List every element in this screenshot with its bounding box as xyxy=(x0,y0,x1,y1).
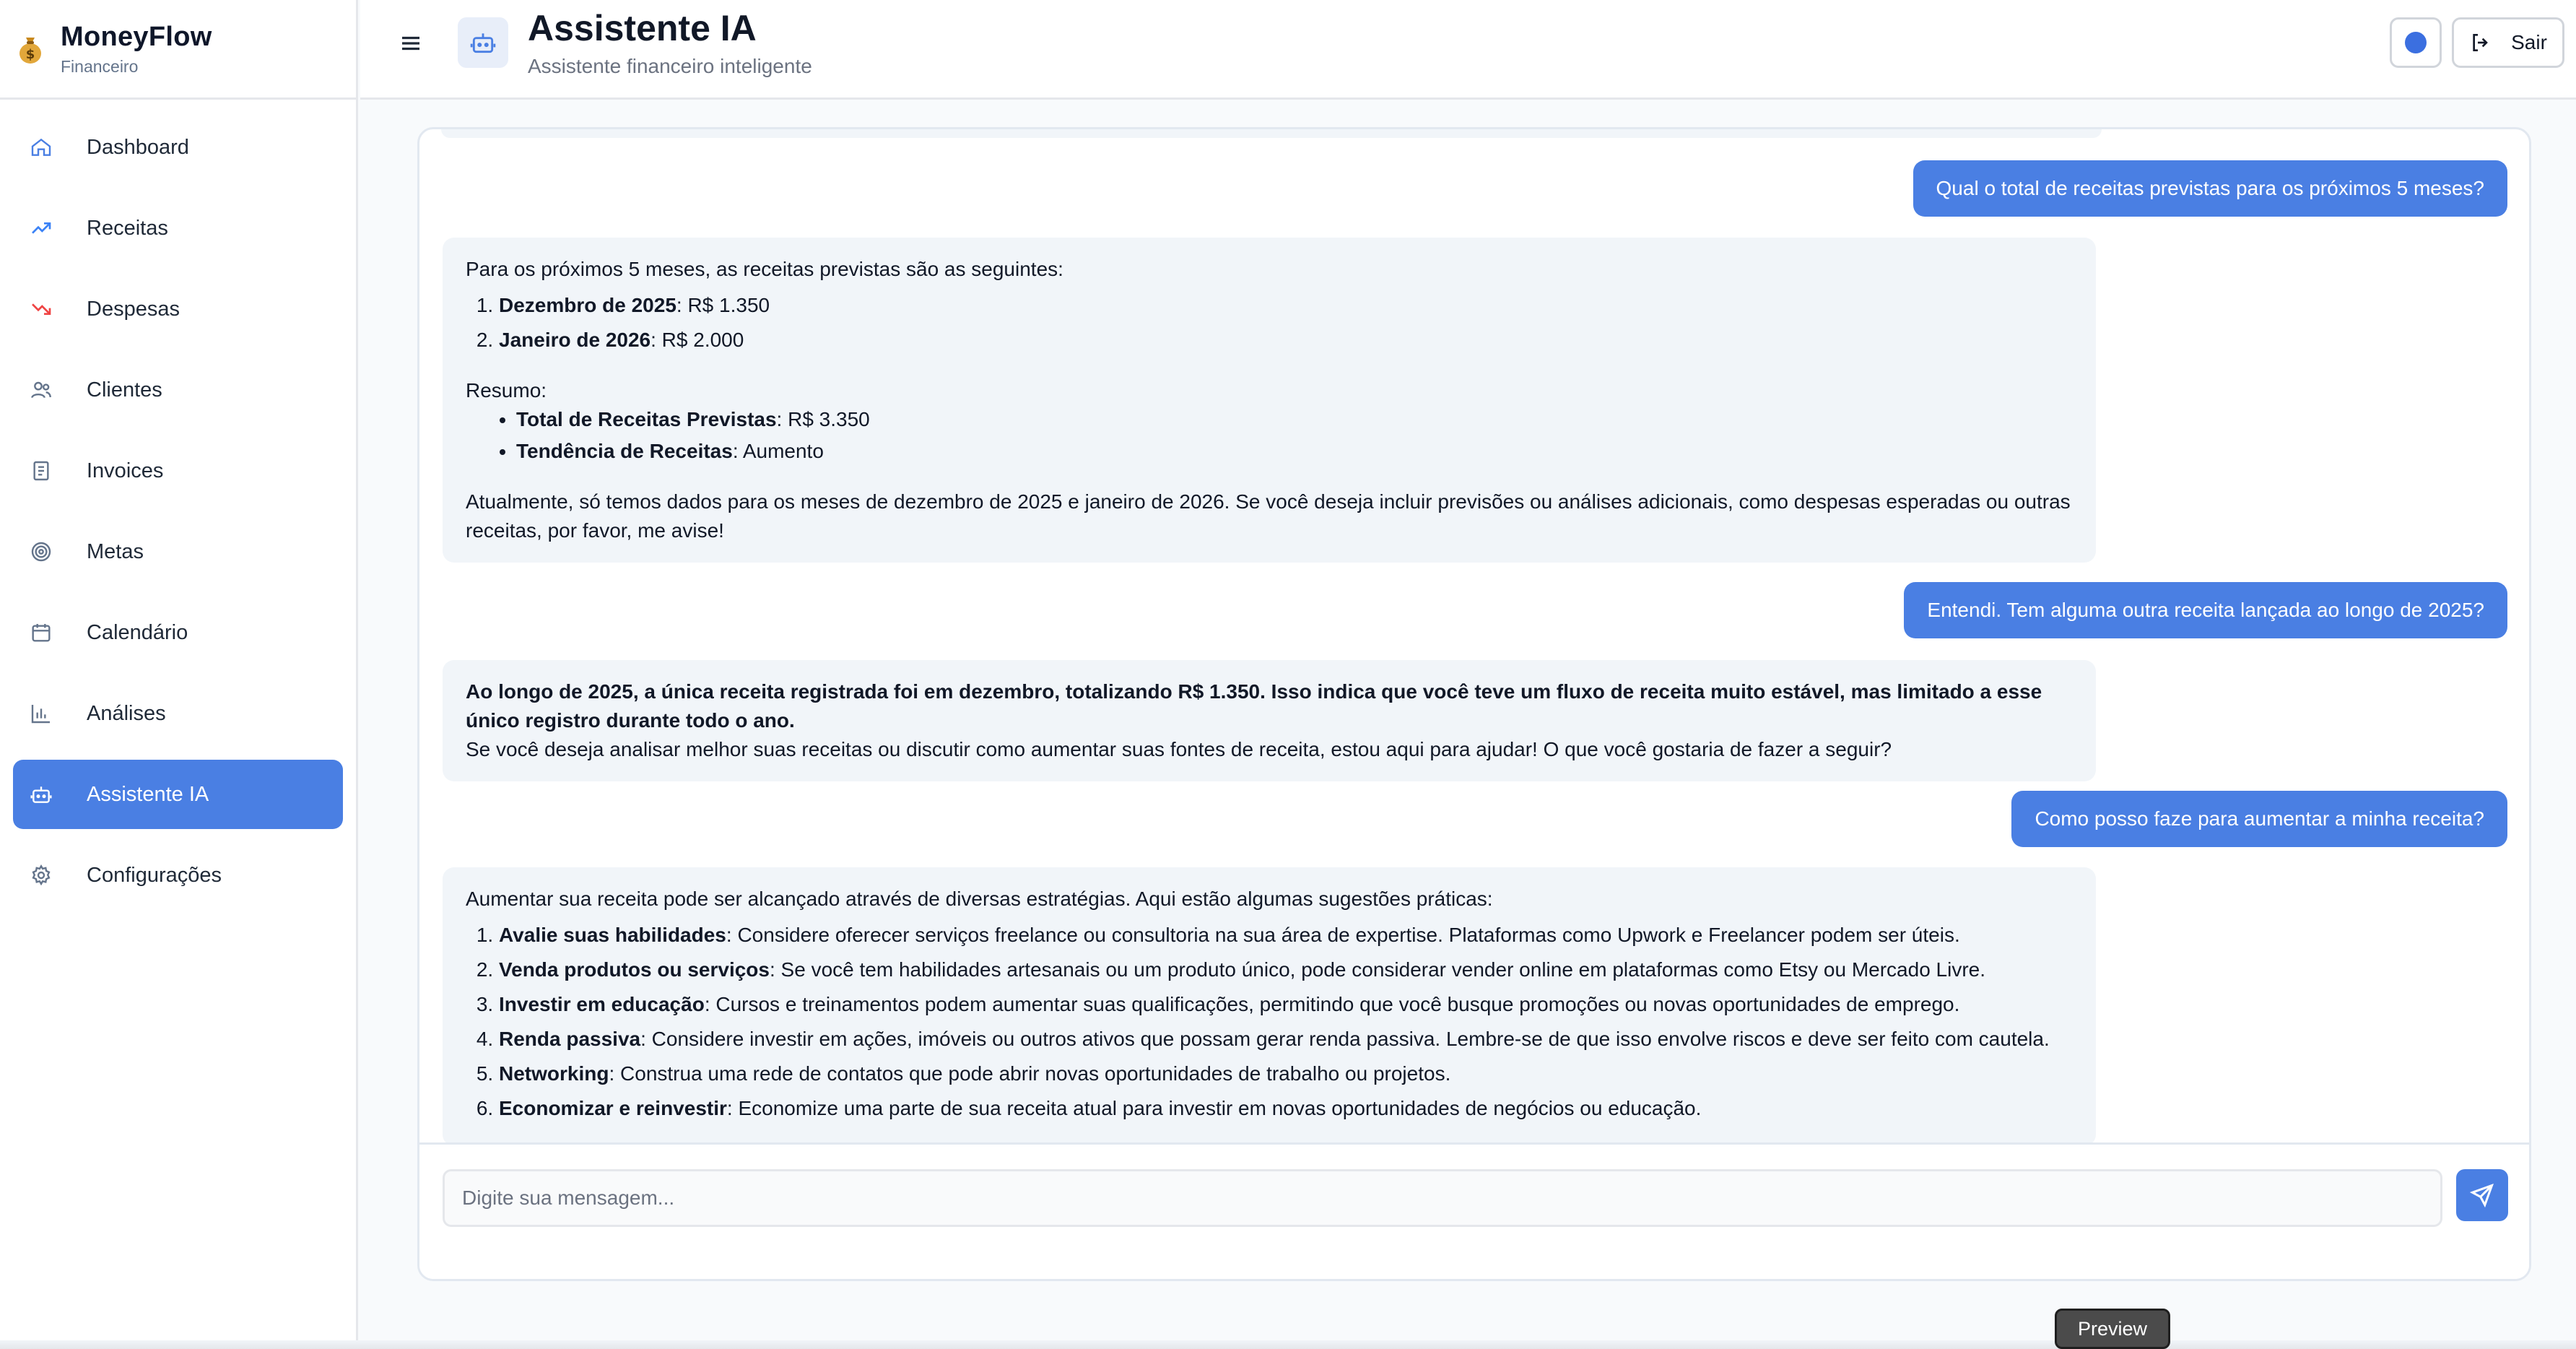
sidebar-item-calendario[interactable]: Calendário xyxy=(13,598,343,667)
sidebar-item-label: Invoices xyxy=(87,459,164,482)
svg-text:$: $ xyxy=(26,47,35,62)
sidebar-item-dashboard[interactable]: Dashboard xyxy=(13,113,343,182)
message-input[interactable] xyxy=(443,1169,2442,1227)
sidebar-item-label: Dashboard xyxy=(87,135,189,159)
message-intro: Aumentar sua receita pode ser alcançado … xyxy=(466,888,1493,910)
suggestion-list: Avalie suas habilidades: Considere ofere… xyxy=(466,921,2073,1123)
money-bag-icon: $ xyxy=(14,33,46,65)
list-item: Janeiro de 2026: R$ 2.000 xyxy=(499,326,2073,355)
brand-subtitle: Financeiro xyxy=(61,56,139,76)
sidebar-item-invoices[interactable]: Invoices xyxy=(13,436,343,506)
message-text: Qual o total de receitas previstas para … xyxy=(1936,177,2484,199)
logout-button[interactable]: Sair xyxy=(2452,17,2564,68)
message-intro: Para os próximos 5 meses, as receitas pr… xyxy=(466,258,1063,280)
message-bold-text: Ao longo de 2025, a única receita regist… xyxy=(466,680,2042,732)
gear-icon xyxy=(29,863,53,888)
sidebar-nav: Dashboard Receitas Despesas Clientes Inv… xyxy=(0,100,356,910)
sidebar-item-label: Despesas xyxy=(87,297,180,321)
message-text: Se você deseja analisar melhor suas rece… xyxy=(466,738,1892,760)
message-list[interactable]: Qual o total de receitas previstas para … xyxy=(419,129,2529,1142)
home-icon xyxy=(29,135,53,160)
bot-icon xyxy=(29,782,53,807)
list-item: Economizar e reinvestir: Economize uma p… xyxy=(499,1094,2073,1123)
list-item: Dezembro de 2025: R$ 1.350 xyxy=(499,291,2073,320)
sidebar: $ MoneyFlow Financeiro Dashboard Receita… xyxy=(0,0,358,1349)
send-icon xyxy=(2469,1184,2494,1208)
sidebar-item-metas[interactable]: Metas xyxy=(13,517,343,586)
bot-icon xyxy=(458,17,508,68)
summary-list: Total de Receitas Previstas: R$ 3.350 Te… xyxy=(466,405,2073,466)
sidebar-item-receitas[interactable]: Receitas xyxy=(13,194,343,263)
user-message: Qual o total de receitas previstas para … xyxy=(1913,160,2507,217)
chat-panel: Qual o total de receitas previstas para … xyxy=(417,127,2531,1281)
sidebar-item-label: Receitas xyxy=(87,216,168,240)
bottom-edge xyxy=(0,1340,2576,1349)
user-message: Como posso faze para aumentar a minha re… xyxy=(2011,791,2507,847)
users-icon xyxy=(29,378,53,402)
status-dot-icon xyxy=(2405,32,2427,53)
message-text: Entendi. Tem alguma outra receita lançad… xyxy=(1927,599,2484,621)
top-header: Assistente IA Assistente financeiro inte… xyxy=(360,0,2576,100)
sidebar-item-despesas[interactable]: Despesas xyxy=(13,274,343,344)
sidebar-item-configuracoes[interactable]: Configurações xyxy=(13,841,343,910)
bar-chart-icon xyxy=(29,701,53,726)
sidebar-item-assistente-ia[interactable]: Assistente IA xyxy=(13,760,343,829)
page-title: Assistente IA xyxy=(528,8,757,48)
sidebar-item-label: Calendário xyxy=(87,620,188,644)
trending-up-icon xyxy=(29,216,53,240)
list-item: Venda produtos ou serviços: Se você tem … xyxy=(499,955,2073,984)
list-item: Tendência de Receitas: Aumento xyxy=(516,437,2073,466)
message-composer xyxy=(419,1142,2529,1279)
brand: $ MoneyFlow Financeiro xyxy=(0,0,356,100)
trending-down-icon xyxy=(29,297,53,321)
status-button[interactable] xyxy=(2390,17,2442,68)
list-item: Networking: Construa uma rede de contato… xyxy=(499,1059,2073,1088)
receipt-icon xyxy=(29,459,53,483)
sidebar-item-label: Configurações xyxy=(87,863,222,887)
target-icon xyxy=(29,539,53,564)
send-button[interactable] xyxy=(2456,1169,2508,1221)
sidebar-item-label: Análises xyxy=(87,701,166,725)
logout-label: Sair xyxy=(2511,31,2547,53)
message-outro: Atualmente, só temos dados para os meses… xyxy=(466,490,2071,542)
sidebar-item-label: Assistente IA xyxy=(87,782,209,806)
summary-label: Resumo: xyxy=(466,379,547,402)
preview-badge[interactable]: Preview xyxy=(2055,1309,2170,1349)
assistant-message: Aumentar sua receita pode ser alcançado … xyxy=(443,867,2096,1142)
page-subtitle: Assistente financeiro inteligente xyxy=(528,55,812,77)
calendar-icon xyxy=(29,620,53,645)
brand-name: MoneyFlow xyxy=(61,21,212,52)
list-item: Avalie suas habilidades: Considere ofere… xyxy=(499,921,2073,950)
sidebar-item-analises[interactable]: Análises xyxy=(13,679,343,748)
assistant-message: Para os próximos 5 meses, as receitas pr… xyxy=(443,238,2096,563)
forecast-list: Dezembro de 2025: R$ 1.350 Janeiro de 20… xyxy=(466,291,2073,355)
list-item: Total de Receitas Previstas: R$ 3.350 xyxy=(516,405,2073,434)
assistant-message: Ao longo de 2025, a única receita regist… xyxy=(443,660,2096,781)
logout-icon xyxy=(2473,34,2488,51)
sidebar-item-label: Metas xyxy=(87,539,144,563)
list-item: Investir em educação: Cursos e treinamen… xyxy=(499,990,2073,1019)
app-window: $ MoneyFlow Financeiro Dashboard Receita… xyxy=(0,0,2576,1349)
sidebar-item-clientes[interactable]: Clientes xyxy=(13,355,343,425)
previous-message-edge xyxy=(441,129,2102,138)
menu-icon[interactable] xyxy=(398,30,424,56)
list-item: Renda passiva: Considere investir em açõ… xyxy=(499,1025,2073,1054)
user-message: Entendi. Tem alguma outra receita lançad… xyxy=(1904,582,2507,638)
sidebar-item-label: Clientes xyxy=(87,378,162,402)
message-text: Como posso faze para aumentar a minha re… xyxy=(2035,807,2484,830)
